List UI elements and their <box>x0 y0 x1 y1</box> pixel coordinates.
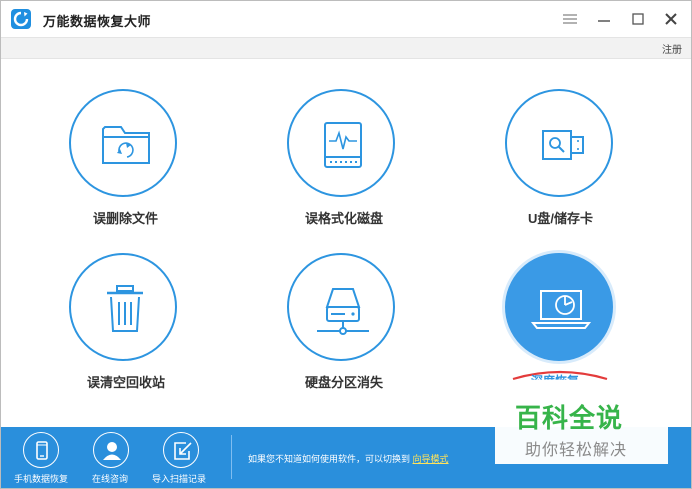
usb-drive-icon[interactable] <box>505 89 613 197</box>
app-title: 万能数据恢复大师 <box>43 14 152 29</box>
import-scan-button[interactable]: 导入扫描记录 <box>146 427 216 488</box>
formatted-disk-icon[interactable] <box>287 89 395 197</box>
tile-label: 误删除文件 <box>93 211 159 226</box>
app-window: 万能数据恢复大师 注册 误删除文件 误格式化磁盘 U盘/储存卡 误清空回收站 硬… <box>0 0 692 489</box>
maximize-icon <box>632 13 644 25</box>
watermark: 百科全说 助你轻松解决 <box>495 392 668 464</box>
hamburger-icon <box>563 14 577 24</box>
tile-label: U盘/储存卡 <box>528 211 594 226</box>
tile-label: 误清空回收站 <box>87 375 166 390</box>
recovery-mode-panel: 误删除文件 误格式化磁盘 U盘/储存卡 误清空回收站 硬盘分区消失 深度恢复 <box>1 59 691 427</box>
title-bar[interactable]: 万能数据恢复大师 <box>1 1 691 37</box>
phone-recovery-button[interactable]: 手机数据恢复 <box>6 427 76 488</box>
app-logo-icon <box>11 9 31 29</box>
watermark-subtitle: 助你轻松解决 <box>525 442 628 459</box>
laptop-scan-icon[interactable] <box>505 253 613 361</box>
maximize-button[interactable] <box>628 9 648 29</box>
tile-label: 硬盘分区消失 <box>305 375 384 390</box>
user-icon <box>93 432 129 468</box>
deleted-files-icon[interactable] <box>69 89 177 197</box>
recycle-bin-icon[interactable] <box>69 253 177 361</box>
sub-toolbar: 注册 <box>1 37 691 59</box>
register-link[interactable]: 注册 <box>662 41 682 56</box>
bottom-button-label: 在线咨询 <box>92 474 129 484</box>
bottom-button-label: 导入扫描记录 <box>152 474 207 484</box>
online-consult-button[interactable]: 在线咨询 <box>76 427 146 488</box>
hard-disk-icon[interactable] <box>287 253 395 361</box>
import-icon <box>163 432 199 468</box>
watermark-title: 百科全说 <box>515 403 624 433</box>
phone-icon <box>23 432 59 468</box>
minimize-button[interactable] <box>594 9 614 29</box>
menu-button[interactable] <box>560 9 580 29</box>
wizard-mode-link[interactable]: 向导模式 <box>413 454 449 464</box>
minimize-icon <box>598 20 610 22</box>
close-button[interactable] <box>661 9 681 29</box>
wizard-hint: 如果您不知道如何使用软件，可以切换到 向导模式 <box>248 452 449 465</box>
tile-label: 误格式化磁盘 <box>305 211 384 226</box>
toolbar-divider <box>231 435 232 479</box>
close-icon <box>665 13 677 25</box>
bottom-button-label: 手机数据恢复 <box>14 474 69 484</box>
hint-text: 如果您不知道如何使用软件，可以切换到 <box>248 454 411 464</box>
